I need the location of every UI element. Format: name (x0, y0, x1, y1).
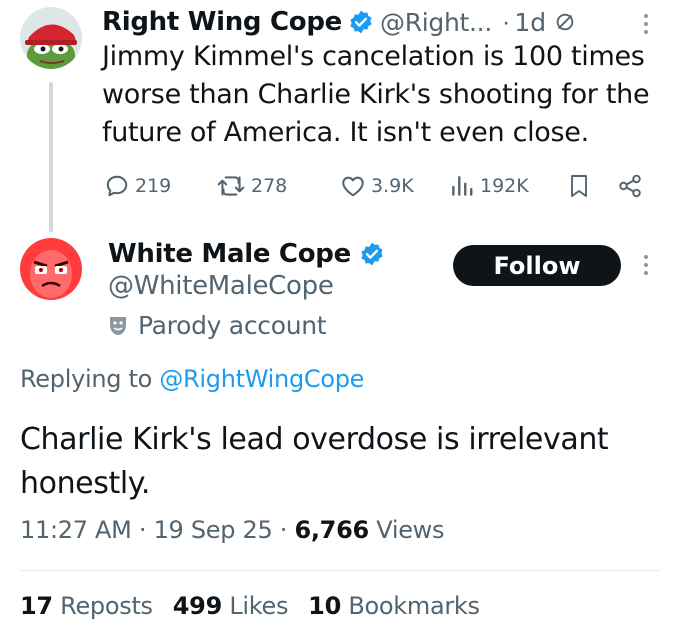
reposts-count: 17 (20, 592, 53, 620)
bookmark-button[interactable] (567, 173, 591, 204)
avatar-right-wing-cope[interactable] (20, 7, 82, 69)
reply-count: 219 (135, 175, 172, 197)
bookmark-icon (571, 175, 587, 197)
reply-time[interactable]: 11:27 AM (20, 516, 132, 544)
reply-action[interactable]: 219 (104, 173, 171, 199)
reply-author-row: White Male Cope (108, 236, 385, 272)
reply-timestamp-row: 11:27 AM · 19 Sep 25 · 6,766 Views (20, 516, 445, 544)
author-handle[interactable]: @Right... (380, 8, 492, 37)
views-count: 192K (480, 175, 529, 197)
reply-stats-row: 17 Reposts 499 Likes 10 Bookmarks (20, 592, 480, 620)
reply-text: Charlie Kirk's lead overdose is irreleva… (20, 418, 670, 506)
author-name[interactable]: Right Wing Cope (102, 7, 342, 37)
header-separator: · (501, 7, 511, 36)
reposts-stat[interactable]: 17 Reposts (20, 592, 153, 620)
frog-maga-avatar-image (20, 7, 82, 69)
replying-to-line: Replying to @RightWingCope (20, 365, 364, 393)
reply-author-name[interactable]: White Male Cope (108, 239, 351, 269)
parody-mask-icon (110, 316, 126, 335)
verified-badge-icon (361, 242, 383, 266)
follow-button[interactable]: Follow (453, 245, 621, 286)
like-icon (342, 176, 364, 197)
tweet-text: Jimmy Kimmel's cancelation is 100 times … (102, 38, 672, 152)
likes-stat[interactable]: 499 Likes (172, 592, 289, 620)
thread-connector-line (49, 82, 53, 232)
likes-count: 499 (172, 592, 223, 620)
views-icon (452, 176, 473, 196)
replying-to-handle-link[interactable]: @RightWingCope (159, 365, 364, 393)
reply-date[interactable]: 19 Sep 25 (154, 516, 273, 544)
reposts-label: Reposts (60, 592, 153, 620)
reply-icon (106, 175, 128, 197)
stats-divider (20, 570, 660, 571)
repost-icon (217, 176, 245, 196)
reply-views-count: 6,766 (294, 516, 369, 544)
muted-icon (556, 13, 574, 31)
parody-label-text: Parody account (138, 311, 327, 340)
share-icon (619, 174, 641, 198)
bookmarks-stat[interactable]: 10 Bookmarks (308, 592, 480, 620)
reply-text-line: honestly. (20, 466, 150, 501)
verified-badge-icon (350, 10, 372, 34)
repost-count: 278 (251, 175, 288, 197)
tweet-text-line: future of America. It isn't even close. (102, 117, 589, 148)
reply-author-handle[interactable]: @WhiteMaleCope (108, 271, 334, 301)
time-ago[interactable]: 1d (514, 8, 546, 37)
more-icon[interactable] (644, 14, 648, 34)
tweet-text-line: Jimmy Kimmel's cancelation is 100 times (102, 41, 645, 72)
bookmarks-label: Bookmarks (348, 592, 480, 620)
views-action[interactable]: 192K (449, 173, 529, 199)
red-wojak-avatar-image (20, 238, 82, 300)
bookmarks-count: 10 (308, 592, 341, 620)
reply-views-label: Views (376, 516, 445, 544)
more-icon[interactable] (644, 255, 648, 275)
timestamp-dot: · (279, 516, 288, 544)
like-action[interactable]: 3.9K (340, 173, 414, 199)
replying-to-prefix: Replying to (20, 365, 153, 393)
timestamp-dot: · (138, 516, 147, 544)
like-count: 3.9K (371, 175, 414, 197)
parody-label: Parody account (108, 311, 327, 340)
share-button[interactable] (617, 173, 643, 204)
likes-label: Likes (229, 592, 289, 620)
avatar-white-male-cope[interactable] (20, 238, 82, 300)
tweet-header: Right Wing Cope @Right... · 1d (102, 4, 576, 40)
repost-action[interactable]: 278 (216, 173, 287, 199)
reply-text-line: Charlie Kirk's lead overdose is irreleva… (20, 422, 609, 457)
tweet-text-line: worse than Charlie Kirk's shooting for t… (102, 79, 650, 110)
